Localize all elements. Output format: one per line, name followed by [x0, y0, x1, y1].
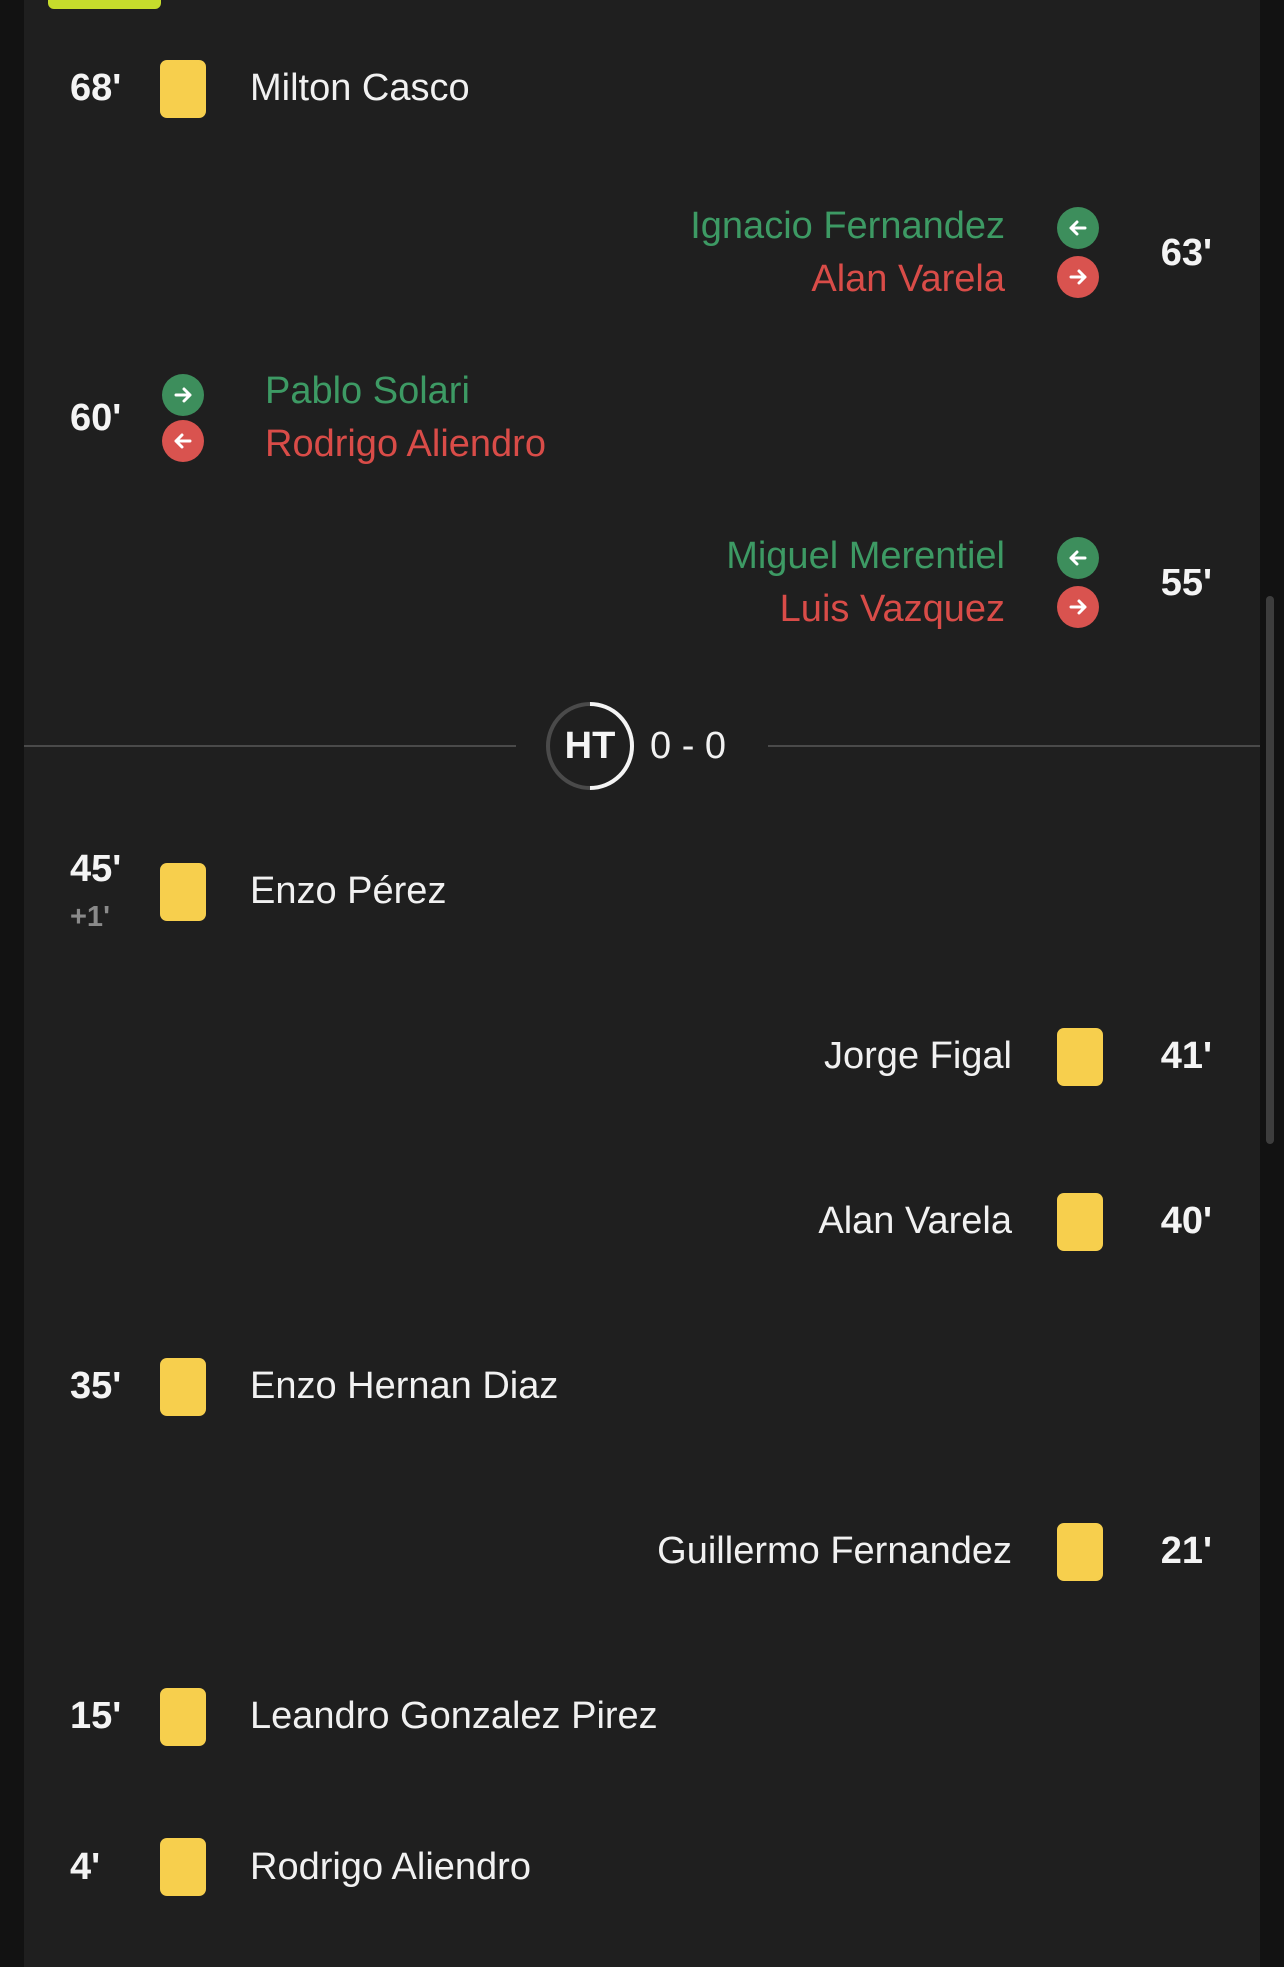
sub-player-in: Ignacio Fernandez	[690, 205, 1005, 247]
sub-player-out: Luis Vazquez	[779, 588, 1005, 630]
yellow-card-icon	[1057, 1193, 1103, 1251]
event-minute: 55'	[1160, 562, 1212, 604]
arrow-out-icon	[1057, 256, 1099, 298]
event-player: Alan Varela	[818, 1200, 1012, 1242]
event-player: Enzo Pérez	[250, 870, 447, 912]
halftime-score: 0 - 0	[650, 725, 727, 767]
event-minute: 63'	[1160, 232, 1212, 274]
event-minute: 21'	[1160, 1530, 1212, 1572]
arrow-out-icon	[1057, 586, 1099, 628]
event-minute: 45'	[70, 848, 122, 890]
divider-line	[768, 745, 1260, 747]
yellow-card-icon	[160, 863, 206, 921]
event-player: Guillermo Fernandez	[657, 1530, 1012, 1572]
event-minute: 40'	[1160, 1200, 1212, 1242]
event-minute: 60'	[70, 397, 122, 439]
active-tab-indicator	[48, 0, 161, 9]
arrow-out-icon	[162, 420, 204, 462]
sub-player-out: Rodrigo Aliendro	[265, 423, 546, 465]
halftime-label: HT	[564, 724, 616, 767]
yellow-card-icon	[1057, 1523, 1103, 1581]
event-minute: 4'	[70, 1846, 101, 1888]
event-player: Rodrigo Aliendro	[250, 1846, 531, 1888]
event-player: Enzo Hernan Diaz	[250, 1365, 559, 1407]
event-minute: 15'	[70, 1695, 122, 1737]
event-player: Leandro Gonzalez Pirez	[250, 1695, 658, 1737]
divider-line	[24, 745, 516, 747]
event-minute: 41'	[1160, 1035, 1212, 1077]
yellow-card-icon	[160, 1838, 206, 1896]
yellow-card-icon	[160, 1358, 206, 1416]
yellow-card-icon	[160, 1688, 206, 1746]
yellow-card-icon	[1057, 1028, 1103, 1086]
yellow-card-icon	[160, 60, 206, 118]
sub-player-out: Alan Varela	[811, 258, 1005, 300]
event-player: Milton Casco	[250, 67, 470, 109]
arrow-in-icon	[1057, 207, 1099, 249]
scrollbar[interactable]	[1266, 596, 1274, 1144]
arrow-in-icon	[162, 374, 204, 416]
sub-player-in: Miguel Merentiel	[726, 535, 1005, 577]
event-player: Jorge Figal	[824, 1035, 1012, 1077]
event-minute: 35'	[70, 1365, 122, 1407]
arrow-in-icon	[1057, 537, 1099, 579]
event-minute: 68'	[70, 67, 122, 109]
sub-player-in: Pablo Solari	[265, 370, 470, 412]
event-added-time: +1'	[70, 901, 110, 933]
